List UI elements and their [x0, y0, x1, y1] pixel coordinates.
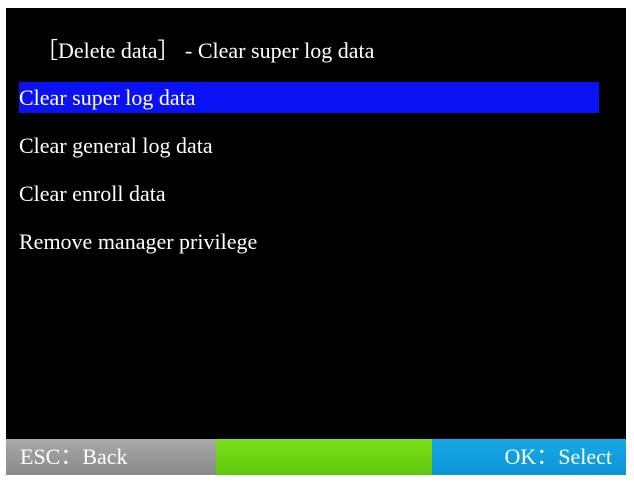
esc-back-softkey[interactable]: ESC：Back — [6, 439, 216, 475]
delete-data-menu: Clear super log data Clear general log d… — [6, 82, 626, 274]
menu-item-clear-enroll-data[interactable]: Clear enroll data — [6, 178, 586, 209]
page-title: ［Delete data］ - Clear super log data — [36, 38, 375, 63]
menu-item-clear-super-log-data[interactable]: Clear super log data — [19, 82, 599, 113]
status-bar: ESC：Back OK：Select — [6, 439, 626, 475]
menu-item-remove-manager-privilege[interactable]: Remove manager privilege — [6, 226, 586, 257]
device-screen: ［Delete data］ - Clear super log data Cle… — [6, 8, 626, 475]
ok-select-softkey[interactable]: OK：Select — [432, 439, 626, 475]
middle-softkey — [216, 439, 432, 475]
menu-item-clear-general-log-data[interactable]: Clear general log data — [6, 130, 586, 161]
